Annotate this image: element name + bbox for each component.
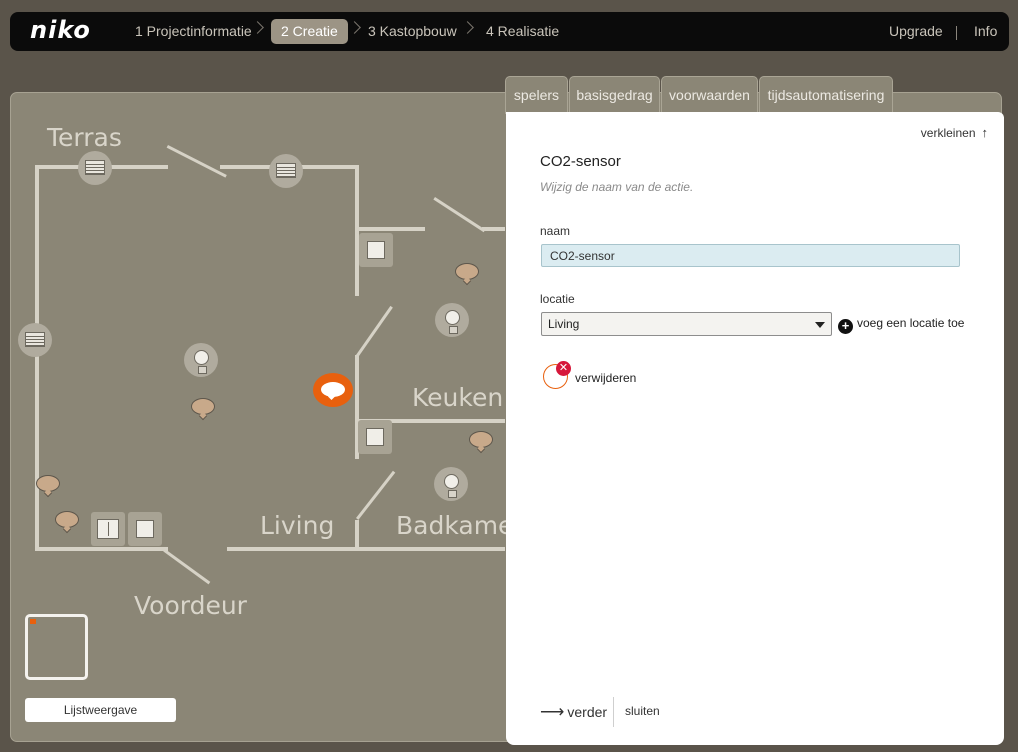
upgrade-link[interactable]: Upgrade: [889, 19, 943, 44]
next-label: verder: [567, 704, 608, 720]
list-view-button[interactable]: Lijstweergave: [25, 698, 176, 722]
add-location-label: voeg een locatie toe: [857, 316, 965, 330]
room-label-living: Living: [260, 511, 335, 540]
blind-icon[interactable]: [78, 151, 112, 185]
light-bulb-icon[interactable]: [434, 467, 468, 501]
location-label: locatie: [540, 292, 575, 306]
add-location-button[interactable]: + voeg een locatie toe: [838, 316, 964, 334]
sensor-bubble-icon[interactable]: [191, 398, 215, 415]
arrow-up-icon: ↑: [981, 125, 989, 140]
plus-icon: +: [838, 319, 853, 334]
step-projectinformatie[interactable]: 1 Projectinformatie: [135, 19, 252, 44]
chevron-right-icon: [251, 21, 264, 34]
wall: [355, 227, 425, 231]
top-navigation-bar: niko 1 Projectinformatie 2 Creatie 3 Kas…: [10, 12, 1009, 51]
room-label-voordeur: Voordeur: [134, 591, 247, 620]
double-switch-icon[interactable]: [91, 512, 125, 546]
wall: [227, 547, 505, 551]
room-label-badkamer: Badkamer: [396, 511, 524, 540]
light-bulb-icon[interactable]: [184, 343, 218, 377]
chevron-right-icon: [348, 21, 361, 34]
step-realisatie[interactable]: 4 Realisatie: [486, 19, 559, 44]
delete-label: verwijderen: [575, 371, 637, 385]
niko-logo[interactable]: niko: [30, 16, 91, 44]
next-button[interactable]: ⟶ verder: [540, 702, 607, 722]
arrow-right-icon: ⟶: [540, 702, 565, 721]
wall: [35, 547, 168, 551]
tab-spelers[interactable]: spelers: [505, 76, 568, 114]
blind-icon[interactable]: [269, 154, 303, 188]
collapse-button[interactable]: verkleinen ↑: [921, 125, 988, 140]
close-button[interactable]: sluiten: [625, 704, 660, 718]
panel-subtitle: Wijzig de naam van de actie.: [540, 180, 694, 194]
dropdown-arrow-icon: [815, 322, 825, 328]
door-swing: [433, 197, 486, 233]
name-label: naam: [540, 224, 571, 238]
chevron-right-icon: [461, 21, 474, 34]
tab-basisgedrag[interactable]: basisgedrag: [569, 76, 660, 114]
action-edit-panel: verkleinen ↑ CO2-sensor Wijzig de naam va…: [506, 112, 1004, 745]
collapse-label: verkleinen: [920, 126, 976, 140]
panel-title: CO2-sensor: [540, 153, 621, 170]
blind-icon[interactable]: [18, 323, 52, 357]
room-label-keuken: Keuken: [412, 383, 504, 412]
door-swing: [166, 145, 227, 178]
close-icon: ✕: [556, 361, 571, 376]
sensor-bubble-icon[interactable]: [55, 511, 79, 528]
sensor-bubble-icon[interactable]: [36, 475, 60, 492]
sensor-bubble-icon[interactable]: [469, 431, 493, 448]
light-bulb-icon[interactable]: [435, 303, 469, 337]
step-creatie[interactable]: 2 Creatie: [271, 19, 348, 44]
door-swing: [163, 549, 211, 585]
minimap-viewport-marker: [30, 619, 36, 624]
step-kastopbouw[interactable]: 3 Kastopbouw: [368, 19, 457, 44]
wall: [35, 165, 39, 551]
name-input[interactable]: [541, 244, 960, 267]
co2-sensor-selected-icon[interactable]: [313, 373, 353, 407]
divider: [956, 26, 957, 40]
switch-icon[interactable]: [359, 233, 393, 267]
sensor-bubble-icon[interactable]: [455, 263, 479, 280]
info-link[interactable]: Info: [974, 19, 997, 44]
minimap[interactable]: [25, 614, 88, 680]
switch-icon[interactable]: [128, 512, 162, 546]
room-label-terras: Terras: [47, 123, 122, 152]
tab-voorwaarden[interactable]: voorwaarden: [661, 76, 758, 114]
location-select[interactable]: Living: [541, 312, 832, 336]
door-swing: [356, 305, 393, 357]
location-selected-value: Living: [548, 317, 580, 331]
door-swing: [356, 470, 396, 520]
divider: [613, 697, 614, 727]
tab-tijdsautomatisering[interactable]: tijdsautomatisering: [759, 76, 893, 114]
switch-icon[interactable]: [358, 420, 392, 454]
